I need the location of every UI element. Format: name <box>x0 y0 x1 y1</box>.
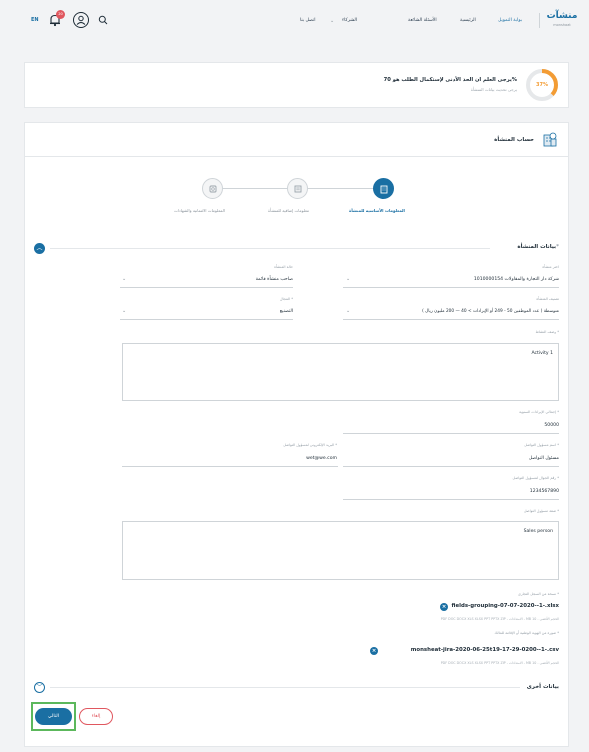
facility-status-underline <box>120 287 293 288</box>
certificate-icon <box>209 185 216 193</box>
banner-subtitle: يرجى تحديث بيانات المنشأة <box>470 87 517 92</box>
other-section-title: بيانات أخرى <box>526 684 559 690</box>
facility-name-label: اختر منشأة <box>542 265 559 269</box>
section-title-text: بيانات المنشأة <box>517 244 557 250</box>
chevron-down-icon[interactable]: ⌄ <box>346 276 350 282</box>
revenue-underline <box>343 433 559 434</box>
field-select[interactable]: التصنيع <box>280 309 293 314</box>
cr-file-types: PDF DOC DOCX XLS XLSX PPT PPTX ZIP - الا… <box>440 617 559 621</box>
field-label: المجال * <box>279 297 293 301</box>
chevron-down-icon[interactable]: ⌄ <box>122 276 126 282</box>
contact-email-underline <box>122 466 338 467</box>
contact-phone-underline <box>343 499 559 500</box>
step-additional-info-label: معلومات إضافية للمنشأة <box>268 208 310 213</box>
contact-name-input[interactable]: مسئول التواصل <box>529 456 559 461</box>
id-file-types: PDF DOC DOCX XLS XLSX PPT PPTX ZIP - الا… <box>440 661 559 665</box>
facility-class-label: تصنيف المنشأة <box>536 297 559 301</box>
nav-finance-portal[interactable]: بوابة التمويل <box>498 18 522 23</box>
account-title: حساب المنشأة <box>494 137 534 143</box>
facility-status-label: حالة المنشأة <box>274 265 293 269</box>
contact-phone-input[interactable]: 1234567890 <box>530 489 559 494</box>
activity-textarea[interactable]: Activity 1 <box>122 343 559 401</box>
account-header-divider <box>25 156 568 157</box>
contact-role-text: Sales person <box>523 529 553 534</box>
chevron-down-icon: ⌄ <box>330 18 335 24</box>
notification-bell-icon[interactable]: 20 <box>48 10 65 27</box>
banner-title: يرجى العلم ان الحد الأدنى لإستكمال الطلب… <box>383 77 517 83</box>
section-collapse-button[interactable]: ︿ <box>34 243 45 254</box>
nav-home[interactable]: الرئيسية <box>460 18 476 23</box>
logo-text: منشآت <box>546 11 578 21</box>
building-icon <box>380 185 387 194</box>
step-credit-info[interactable] <box>202 178 223 199</box>
activity-text: Activity 1 <box>531 351 553 356</box>
account-card <box>24 122 569 747</box>
section-divider <box>50 248 490 249</box>
step-basic-info[interactable] <box>373 178 394 199</box>
nav-divider <box>539 13 540 28</box>
other-section-divider <box>50 687 520 688</box>
revenue-input[interactable]: 50000 <box>544 423 559 428</box>
section-title: بيانات المنشأة* <box>517 244 559 250</box>
remove-cr-file-button[interactable]: × <box>440 603 448 611</box>
cr-label: نسخة من السجل التجاري * <box>518 592 559 596</box>
other-section-expand-button[interactable]: ﹀ <box>34 682 45 693</box>
top-bar <box>0 0 589 50</box>
contact-role-textarea[interactable]: Sales person <box>122 521 559 580</box>
document-icon <box>294 185 301 193</box>
search-icon[interactable] <box>98 15 108 25</box>
language-toggle[interactable]: EN <box>31 17 39 23</box>
facility-status-select[interactable]: صاحب منشأة قائمة <box>256 277 293 282</box>
required-marker: * <box>556 244 559 250</box>
contact-email-label: البريد الإلكتروني لمسؤول التواصل * <box>283 443 337 447</box>
cr-file-name: fields-grouping-07-07-2020--1-.xlsx <box>451 603 559 609</box>
id-label: صورة من الهوية الوطنية أو الإقامة للمالك… <box>494 631 559 635</box>
logo[interactable]: منشآت monshaat <box>545 10 579 32</box>
facility-name-select[interactable]: شركة دار التجارة والمقاولات 1010000154 <box>474 277 559 282</box>
step-basic-info-label: المعلومات الأساسية للمنشأة <box>349 208 405 213</box>
contact-phone-label: رقم الجوال لمسؤول التواصل * <box>512 476 560 480</box>
progress-percent: 37% <box>536 82 548 88</box>
id-file-name: monsheat-jira-2020-06-25t19-17-29-0200--… <box>410 647 559 653</box>
progress-ring: 37% <box>525 68 559 102</box>
contact-role-label: صفة مسؤول التواصل * <box>523 509 559 513</box>
contact-name-underline <box>343 466 559 467</box>
step-credit-info-label: المعلومات الائتمانية والشهادات <box>174 208 225 213</box>
nav-faq[interactable]: الأسئلة الشائعة <box>408 18 437 23</box>
notification-badge: 20 <box>56 10 65 19</box>
facility-class-select[interactable]: متوسطة ( عدد الموظفين 50 - 249 أو الإيرا… <box>422 309 559 314</box>
nav-contact[interactable]: اتصل بنا <box>300 18 316 23</box>
profile-icon[interactable] <box>73 12 89 28</box>
chevron-down-icon[interactable]: ⌄ <box>122 308 126 314</box>
building-icon <box>541 131 559 149</box>
nav-partners[interactable]: الشركاء <box>342 18 357 23</box>
field-underline <box>120 319 293 320</box>
contact-name-label: اسم مسؤول التواصل * <box>524 443 559 447</box>
next-button[interactable]: التالي <box>35 708 72 725</box>
remove-id-file-button[interactable]: × <box>370 647 378 655</box>
logo-subtext: monshaat <box>553 23 571 27</box>
contact-email-input[interactable]: wet@we.com <box>306 456 337 461</box>
completion-banner <box>24 62 569 108</box>
cancel-button[interactable]: إلغاء <box>79 708 113 725</box>
activity-label: وصف النشاط * <box>535 330 559 334</box>
facility-name-underline <box>343 287 559 288</box>
step-additional-info[interactable] <box>287 178 308 199</box>
facility-class-underline <box>343 319 559 320</box>
revenue-label: إجمالي الإيرادات السنوية * <box>519 410 559 414</box>
chevron-down-icon[interactable]: ⌄ <box>346 308 350 314</box>
